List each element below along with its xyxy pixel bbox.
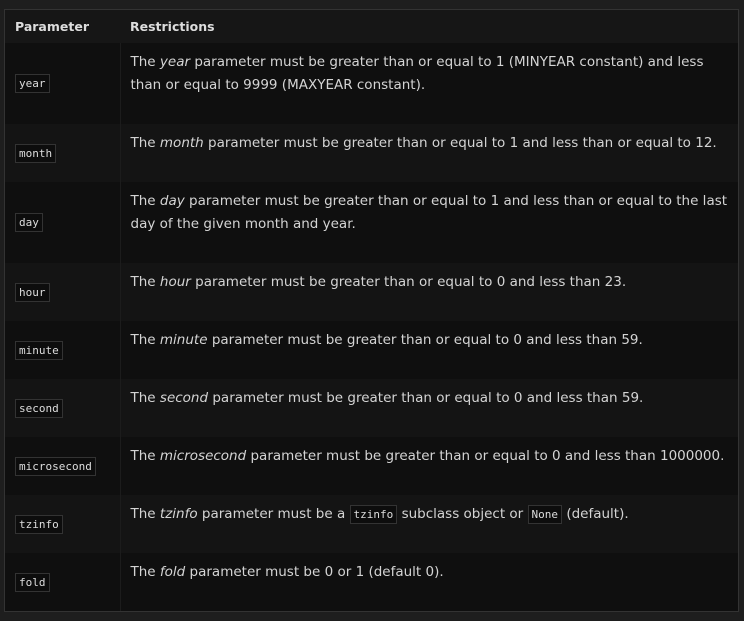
header-restrictions: Restrictions (120, 10, 738, 43)
restriction-cell: The microsecond parameter must be greate… (120, 437, 738, 495)
parameter-emphasis: microsecond (159, 448, 247, 464)
restriction-text: parameter must be greater than or equal … (203, 135, 717, 151)
restriction-text: The (130, 390, 160, 406)
parameter-name: microsecond (15, 456, 96, 476)
parameter-emphasis: tzinfo (159, 506, 198, 522)
parameter-name: hour (15, 282, 50, 302)
restriction-text: parameter must be 0 or 1 (default 0). (185, 564, 444, 580)
parameter-cell: tzinfo (5, 495, 121, 553)
parameter-name: minute (15, 340, 63, 360)
restriction-text: parameter must be greater than or equal … (130, 54, 704, 93)
parameter-name: day (15, 213, 43, 232)
table-row: minute The minute parameter must be great… (5, 321, 738, 379)
restriction-text: The (130, 506, 160, 522)
table-row: year The year parameter must be greater t… (5, 43, 738, 124)
restriction-cell: The tzinfo parameter must be a tzinfo su… (120, 495, 738, 553)
restriction-cell: The second parameter must be greater tha… (120, 379, 738, 437)
restriction-text: The (130, 448, 160, 464)
inline-code: None (527, 505, 563, 524)
restriction-text: subclass object or (397, 506, 528, 522)
restriction-text: parameter must be greater than or equal … (190, 274, 627, 290)
parameter-emphasis: day (159, 193, 185, 209)
restriction-cell: The month parameter must be greater than… (120, 124, 738, 182)
restriction-text: The (130, 564, 160, 580)
table-row: month The month parameter must be greater… (5, 124, 738, 182)
table-header-row: Parameter Restrictions (5, 10, 738, 43)
parameter-emphasis: minute (159, 332, 208, 348)
restriction-text: parameter must be greater than or equal … (130, 193, 728, 232)
parameter-emphasis: month (159, 135, 204, 151)
restriction-cell: The year parameter must be greater than … (120, 43, 738, 124)
parameters-table: Parameter Restrictions year The year para… (4, 9, 739, 612)
table-row: day The day parameter must be greater tha… (5, 182, 738, 263)
parameter-emphasis: year (159, 54, 191, 70)
parameter-emphasis: hour (159, 274, 191, 290)
restriction-text: parameter must be greater than or equal … (207, 332, 643, 348)
restriction-cell: The hour parameter must be greater than … (120, 263, 738, 321)
table-row: tzinfo The tzinfo parameter must be a tzi… (5, 495, 738, 553)
table-row: fold The fold parameter must be 0 or 1 (d… (5, 553, 738, 611)
parameter-cell: minute (5, 321, 121, 379)
parameter-emphasis: second (159, 390, 209, 406)
inline-code: tzinfo (349, 505, 398, 524)
restriction-text: The (130, 274, 160, 290)
parameter-name: fold (15, 572, 50, 592)
parameter-cell: microsecond (5, 437, 121, 495)
table-row: second The second parameter must be great… (5, 379, 738, 437)
restriction-text: The (130, 135, 160, 151)
restriction-text: parameter must be greater than or equal … (246, 448, 725, 464)
restriction-text: (default). (562, 506, 629, 522)
table-body: year The year parameter must be greater t… (5, 43, 738, 611)
header-parameter: Parameter (5, 10, 120, 43)
restriction-text: The (130, 54, 160, 70)
restriction-cell: The day parameter must be greater than o… (120, 182, 738, 263)
restriction-text: The (130, 332, 160, 348)
restriction-text: parameter must be greater than or equal … (208, 390, 644, 406)
parameter-name: year (15, 74, 50, 93)
parameter-cell: fold (5, 553, 121, 611)
parameter-cell: day (5, 182, 121, 263)
parameter-name: second (15, 398, 63, 418)
parameter-cell: year (5, 43, 121, 124)
restriction-text: parameter must be a (197, 506, 350, 522)
parameter-name: tzinfo (15, 514, 63, 534)
restriction-cell: The minute parameter must be greater tha… (120, 321, 738, 379)
table-row: microsecond The microsecond parameter mus… (5, 437, 738, 495)
restriction-cell: The fold parameter must be 0 or 1 (defau… (120, 553, 738, 611)
parameter-cell: month (5, 124, 121, 182)
parameter-name: month (15, 143, 57, 163)
restriction-text: The (130, 193, 160, 209)
parameter-cell: second (5, 379, 121, 437)
parameter-emphasis: fold (159, 564, 186, 580)
table-row: hour The hour parameter must be greater t… (5, 263, 738, 321)
parameter-cell: hour (5, 263, 121, 321)
